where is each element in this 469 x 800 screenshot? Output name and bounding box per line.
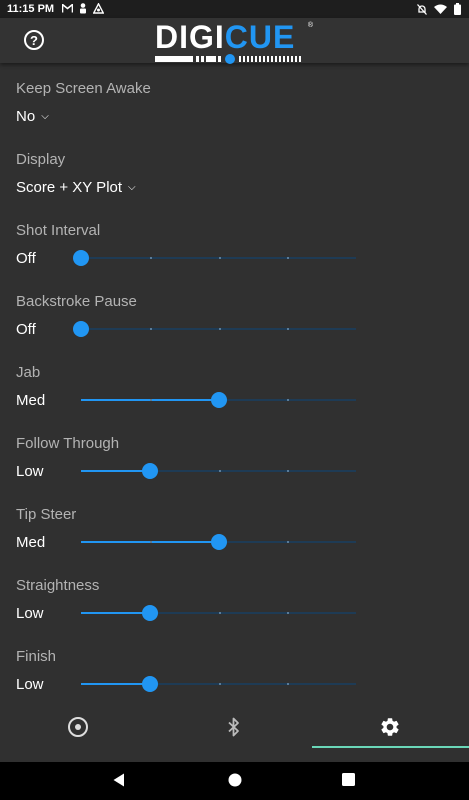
- slider-tick: [287, 612, 290, 614]
- slider-value: Low: [16, 605, 44, 622]
- setting-finish: Finish Low: [0, 639, 469, 710]
- setting-straightness: Straightness Low: [0, 568, 469, 639]
- display-dropdown[interactable]: Score + XY Plot ⌵: [16, 179, 136, 196]
- app-header: ? DIGICUE ®: [0, 18, 469, 64]
- setting-label: Backstroke Pause: [16, 293, 137, 310]
- status-bar: 11:15 PM: [0, 0, 469, 18]
- slider-thumb[interactable]: [73, 250, 89, 266]
- setting-label: Follow Through: [16, 435, 120, 452]
- jab-slider[interactable]: [81, 392, 356, 408]
- gmail-icon: [62, 4, 73, 13]
- keep-screen-awake-dropdown[interactable]: No ⌵: [16, 108, 49, 125]
- home-icon[interactable]: [228, 773, 242, 787]
- setting-label: Shot Interval: [16, 222, 101, 239]
- digicue-logo: DIGICUE ®: [155, 19, 313, 64]
- dropdown-value: Score + XY Plot: [16, 179, 123, 196]
- slider-tick: [287, 399, 290, 401]
- slider-tick: [149, 399, 152, 401]
- slider-tick: [218, 328, 221, 330]
- back-icon[interactable]: [113, 773, 125, 787]
- dropdown-value: No: [16, 108, 36, 125]
- notifications-off-icon: [417, 3, 427, 15]
- setting-jab: Jab Med: [0, 355, 469, 426]
- slider-thumb[interactable]: [73, 321, 89, 337]
- slider-thumb[interactable]: [141, 463, 158, 479]
- shot-interval-slider[interactable]: [73, 250, 356, 266]
- slider-tick: [287, 683, 290, 685]
- slider-value: Off: [16, 321, 36, 338]
- logo-text-digi: DIGI: [155, 19, 225, 55]
- slider-thumb[interactable]: [141, 676, 158, 692]
- nav-bluetooth-tab[interactable]: [156, 706, 312, 748]
- logo-registered-mark: ®: [307, 22, 313, 29]
- slider-tick: [149, 257, 152, 259]
- chevron-down-icon: ⌵: [41, 111, 49, 122]
- slider-tick: [287, 257, 290, 259]
- slider-tick: [287, 470, 290, 472]
- slider-value: Off: [16, 250, 36, 267]
- slider-tick: [218, 257, 221, 259]
- slider-tick: [149, 541, 152, 543]
- signal-relay-icon: [93, 3, 104, 14]
- slider-tick: [149, 328, 152, 330]
- system-navigation-bar: [0, 762, 469, 800]
- slider-thumb[interactable]: [210, 534, 227, 550]
- slider-value: Low: [16, 676, 44, 693]
- setting-keep-screen-awake: Keep Screen Awake No ⌵: [0, 71, 469, 142]
- setting-follow-through: Follow Through Low: [0, 426, 469, 497]
- slider-value: Low: [16, 463, 44, 480]
- status-time: 11:15 PM: [7, 3, 55, 15]
- setting-display: Display Score + XY Plot ⌵: [0, 142, 469, 213]
- slider-tick: [287, 328, 290, 330]
- slider-thumb[interactable]: [141, 605, 158, 621]
- chevron-down-icon: ⌵: [128, 182, 136, 193]
- slider-fill: [81, 683, 150, 685]
- setting-backstroke-pause: Backstroke Pause Off: [0, 284, 469, 355]
- setting-tip-steer: Tip Steer Med: [0, 497, 469, 568]
- backstroke-pause-slider[interactable]: [73, 321, 356, 337]
- tip-steer-slider[interactable]: [81, 534, 356, 550]
- follow-through-slider[interactable]: [81, 463, 356, 479]
- setting-shot-interval: Shot Interval Off: [0, 213, 469, 284]
- setting-label: Straightness: [16, 577, 100, 594]
- setting-label: Keep Screen Awake: [16, 80, 151, 97]
- bluetooth-icon: [228, 717, 239, 737]
- slider-tick: [218, 612, 221, 614]
- wifi-icon: [434, 4, 447, 14]
- straightness-slider[interactable]: [81, 605, 356, 621]
- help-icon[interactable]: ?: [24, 30, 44, 50]
- slider-tick: [218, 683, 221, 685]
- person-alert-icon: [80, 3, 86, 14]
- recents-icon[interactable]: [342, 773, 355, 786]
- slider-tick: [287, 541, 290, 543]
- nav-settings-tab[interactable]: [312, 706, 469, 748]
- bottom-navigation: [0, 706, 469, 748]
- slider-value: Med: [16, 392, 46, 409]
- slider-tick: [218, 470, 221, 472]
- setting-label: Tip Steer: [16, 506, 77, 523]
- nav-target-tab[interactable]: [0, 706, 156, 748]
- slider-fill: [81, 470, 150, 472]
- logo-cue-graphic: [155, 54, 301, 64]
- logo-text-cue: CUE: [224, 19, 296, 55]
- settings-gear-icon: [381, 718, 399, 736]
- setting-label: Display: [16, 151, 66, 168]
- slider-value: Med: [16, 534, 46, 551]
- finish-slider[interactable]: [81, 676, 356, 692]
- setting-label: Finish: [16, 648, 57, 665]
- slider-thumb[interactable]: [210, 392, 227, 408]
- settings-list: Keep Screen Awake No ⌵ Display Score + X…: [0, 71, 469, 710]
- battery-icon: [454, 3, 461, 15]
- slider-fill: [81, 612, 150, 614]
- target-icon: [68, 717, 88, 737]
- setting-label: Jab: [16, 364, 41, 381]
